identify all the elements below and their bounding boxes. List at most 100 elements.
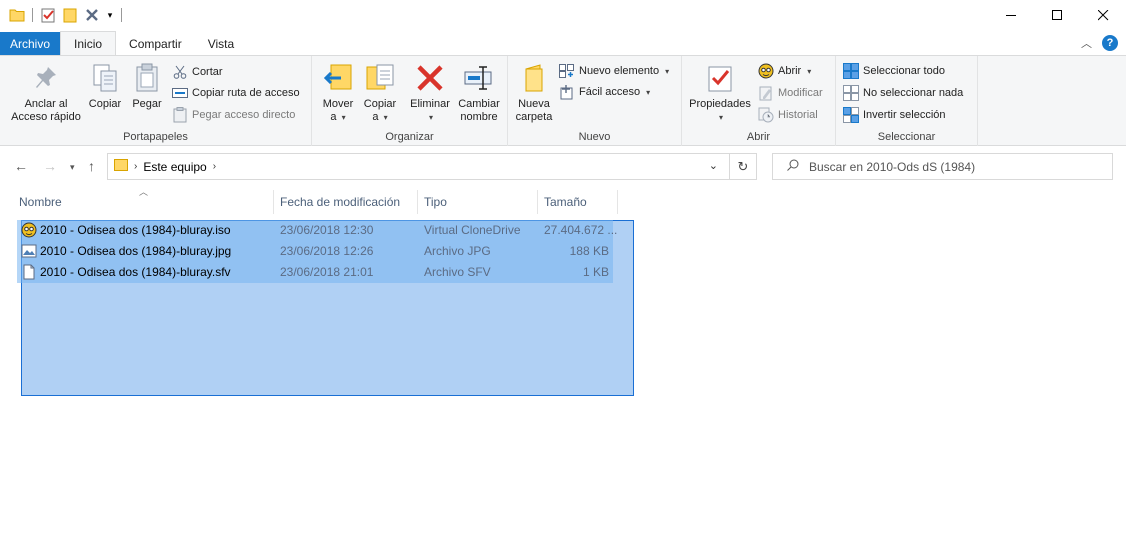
- easy-access-label: Fácil acceso: [579, 86, 641, 98]
- paste-label: Pegar: [132, 98, 162, 110]
- select-none-button[interactable]: No seleccionar nada: [843, 84, 963, 102]
- navigation-bar: ← → ▾ ↑ › Este equipo › ⌄ ↻ Buscar en 20…: [0, 146, 1126, 186]
- search-input[interactable]: Buscar en 2010-Ods dS (1984): [772, 153, 1113, 180]
- pin-label-2: Acceso rápido: [11, 111, 81, 123]
- open-button[interactable]: Abrir ▾: [758, 62, 811, 80]
- address-bar[interactable]: › Este equipo › ⌄ ↻: [107, 153, 757, 180]
- edit-button[interactable]: Modificar: [758, 84, 823, 102]
- group-organize: Mover a ▾ Copiar a ▾ Eliminar ▾ Cambiar …: [312, 56, 508, 146]
- up-arrow-icon[interactable]: ↑: [88, 158, 95, 174]
- file-row[interactable]: 2010 - Odisea dos (1984)-bluray.sfv 23/0…: [17, 262, 613, 283]
- history-label: Historial: [778, 109, 818, 121]
- new-item-label: Nuevo elemento: [579, 65, 660, 77]
- window-controls: [988, 0, 1126, 30]
- recent-locations-chevron-down-icon[interactable]: ▾: [70, 162, 75, 173]
- file-name: 2010 - Odisea dos (1984)-bluray.sfv: [40, 265, 231, 279]
- properties-chevron-down-icon[interactable]: ▾: [719, 111, 723, 124]
- new-folder-icon: [518, 62, 550, 94]
- folder-icon: [8, 6, 26, 24]
- clonedrive-sheep-icon: [758, 63, 774, 79]
- new-folder-label-2: carpeta: [515, 111, 553, 123]
- column-header-date[interactable]: Fecha de modificación: [274, 190, 418, 214]
- delete-label: Eliminar: [410, 98, 450, 110]
- rename-label-1: Cambiar: [458, 98, 500, 110]
- breadcrumb-this-pc[interactable]: Este equipo: [143, 160, 206, 174]
- move-to-folder-icon: [322, 62, 354, 94]
- open-group-label: Abrir: [746, 131, 771, 143]
- properties-label: Propiedades: [689, 98, 751, 110]
- search-icon: [787, 159, 799, 174]
- history-button[interactable]: Historial: [758, 106, 818, 124]
- minimize-button[interactable]: [988, 0, 1034, 30]
- tab-file[interactable]: Archivo: [0, 32, 61, 55]
- group-clipboard: Anclar al Acceso rápido Copiar Pegar Cor…: [0, 56, 312, 146]
- move-to-label-2: a ▾: [330, 111, 346, 123]
- pin-quick-access-button[interactable]: Anclar al Acceso rápido: [8, 62, 84, 124]
- delete-qat-icon[interactable]: [83, 6, 101, 24]
- copy-path-button[interactable]: Copiar ruta de acceso: [172, 84, 300, 102]
- breadcrumb-chevron-right-icon[interactable]: ›: [134, 161, 137, 172]
- back-arrow-icon[interactable]: ←: [14, 158, 28, 174]
- paste-shortcut-button[interactable]: Pegar acceso directo: [172, 106, 295, 124]
- move-to-button[interactable]: Mover a ▾: [318, 62, 358, 124]
- file-type: Archivo JPG: [424, 244, 491, 258]
- delete-dropdown-chevron-down-icon[interactable]: ▾: [429, 111, 433, 124]
- new-folder-qat-icon[interactable]: [61, 6, 79, 24]
- copy-path-icon: [172, 85, 188, 101]
- folder-location-icon: [114, 158, 128, 175]
- scissors-icon: [172, 64, 188, 80]
- image-file-icon: [21, 243, 37, 259]
- invert-selection-button[interactable]: Invertir selección: [843, 106, 946, 124]
- copy-to-label-1: Copiar: [363, 98, 397, 110]
- file-size: 27.404.672 ...: [544, 223, 618, 237]
- file-row[interactable]: 2010 - Odisea dos (1984)-bluray.iso 23/0…: [17, 220, 617, 241]
- pin-label-1: Anclar al: [24, 98, 68, 110]
- clipboard-group-label: Portapapeles: [123, 131, 188, 143]
- file-name: 2010 - Odisea dos (1984)-bluray.jpg: [40, 244, 232, 258]
- rename-label-2: nombre: [460, 111, 498, 123]
- delete-x-icon: [414, 62, 446, 94]
- organize-group-label: Organizar: [385, 131, 434, 143]
- file-row[interactable]: 2010 - Odisea dos (1984)-bluray.jpg 23/0…: [17, 241, 613, 262]
- paste-shortcut-label: Pegar acceso directo: [192, 109, 296, 121]
- column-header-type[interactable]: Tipo: [418, 190, 538, 214]
- cut-button[interactable]: Cortar: [172, 63, 223, 81]
- properties-button[interactable]: Propiedades ▾: [686, 62, 754, 124]
- help-icon[interactable]: ?: [1102, 35, 1118, 51]
- select-all-button[interactable]: Seleccionar todo: [843, 62, 945, 80]
- copy-button[interactable]: Copiar: [86, 62, 124, 111]
- select-group-label: Seleccionar: [877, 131, 936, 143]
- select-all-label: Seleccionar todo: [863, 65, 945, 77]
- breadcrumb-chevron-right-icon-2[interactable]: ›: [213, 161, 216, 172]
- address-history-chevron-down-icon[interactable]: ⌄: [709, 159, 718, 172]
- refresh-icon[interactable]: ↻: [729, 153, 756, 180]
- copy-icon: [89, 62, 121, 94]
- easy-access-button[interactable]: Fácil acceso ▾: [559, 83, 650, 101]
- tab-view[interactable]: Vista: [195, 32, 247, 55]
- maximize-button[interactable]: [1034, 0, 1080, 30]
- column-header-size[interactable]: Tamaño: [538, 190, 618, 214]
- copy-to-button[interactable]: Copiar a ▾: [360, 62, 400, 124]
- new-item-button[interactable]: Nuevo elemento ▾: [559, 62, 669, 80]
- paste-button[interactable]: Pegar: [128, 62, 166, 111]
- tab-share[interactable]: Compartir: [116, 32, 195, 55]
- group-open: Propiedades ▾ Abrir ▾ Modificar Historia…: [682, 56, 836, 146]
- properties-check-icon[interactable]: [39, 6, 57, 24]
- forward-arrow-icon[interactable]: →: [43, 158, 57, 174]
- select-all-icon: [843, 63, 859, 79]
- rename-icon: [463, 62, 495, 94]
- file-size: 188 KB: [569, 244, 609, 258]
- column-header-name[interactable]: Nombre: [13, 190, 274, 214]
- customize-qat-chevron-down-icon[interactable]: ▾: [105, 6, 115, 24]
- new-folder-label-1: Nueva: [518, 98, 550, 110]
- close-button[interactable]: [1080, 0, 1126, 30]
- group-select: Seleccionar todo No seleccionar nada Inv…: [836, 56, 978, 146]
- file-type: Archivo SFV: [424, 265, 491, 279]
- qat-separator: [32, 8, 33, 22]
- file-type: Virtual CloneDrive: [424, 223, 521, 237]
- minimize-ribbon-chevron-up-icon[interactable]: ︿: [1081, 35, 1092, 51]
- new-folder-button[interactable]: Nueva carpeta: [514, 62, 554, 124]
- rename-button[interactable]: Cambiar nombre: [454, 62, 504, 124]
- delete-button[interactable]: Eliminar ▾: [408, 62, 452, 124]
- tab-home[interactable]: Inicio: [60, 31, 117, 55]
